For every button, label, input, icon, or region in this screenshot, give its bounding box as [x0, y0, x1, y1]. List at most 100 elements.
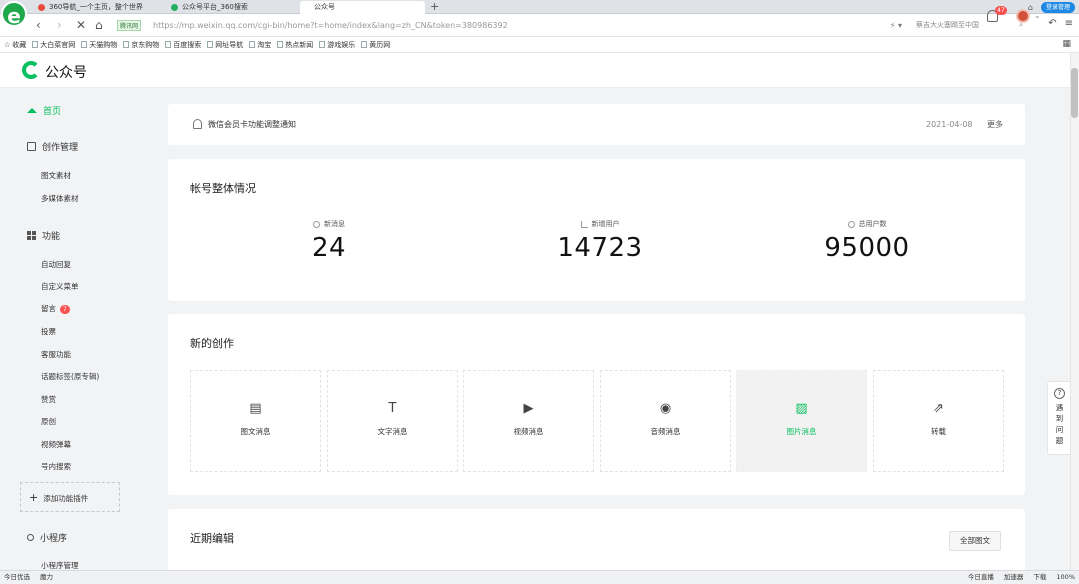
sidebar-item-custom-menu[interactable]: 自定义菜单	[41, 281, 79, 292]
browser-tab-2[interactable]: 公众号平台_360搜索	[168, 1, 298, 14]
browser-tab-3[interactable]: 公众号	[300, 1, 425, 14]
bookmark-item[interactable]: 网址导航	[207, 40, 243, 50]
sidebar-group-mini-program[interactable]: 小程序	[27, 531, 67, 544]
login-button[interactable]: 登录管理	[1040, 1, 1075, 13]
bookmark-item[interactable]: 淘宝	[249, 40, 271, 50]
image-icon: ▨	[795, 401, 808, 416]
sidebar-item-reward[interactable]: 赞赏	[41, 394, 56, 405]
bookmark-item[interactable]: 热点新闻	[277, 40, 313, 50]
notice-date: 2021-04-08	[926, 120, 973, 129]
sidebar-item-search[interactable]: 号内搜索	[41, 461, 71, 472]
sidebar-item-home[interactable]: 首页	[27, 104, 61, 117]
create-repost-button[interactable]: ⇗ 转载	[873, 370, 1004, 472]
bookmark-item[interactable]: 大白菜官网	[32, 40, 75, 50]
overview-card: 帐号整体情况 新消息 24 新增用户 14723 总用户数 95000	[168, 159, 1025, 301]
overview-title: 帐号整体情况	[190, 182, 256, 195]
stat-new-messages[interactable]: 新消息 24	[229, 219, 429, 263]
chevron-down-icon[interactable]: ⌄	[1034, 11, 1041, 20]
grid-icon[interactable]: ▦	[1062, 39, 1071, 49]
browser-statusbar: 今日优选 魔力 今日直播 加速器 下载 100%	[0, 570, 1079, 584]
sidebar-item-media[interactable]: 多媒体素材	[41, 193, 79, 204]
lightning-icon[interactable]: ⚡ ▾	[890, 18, 902, 33]
create-card: 新的创作 ▤ 图文消息 T 文字消息 ▶ 视频消息 ◉ 音频消息 ▨ 图片消息 …	[168, 314, 1025, 495]
notice-text[interactable]: 微信会员卡功能调整通知	[208, 119, 296, 130]
app-header: 公众号	[0, 53, 1079, 88]
wechat-logo-icon	[22, 61, 40, 79]
browser-tab-1[interactable]: 360导航_一个主页，整个世界	[35, 1, 165, 14]
nav-tools: ↶ ≡	[1048, 18, 1073, 29]
bookmark-item[interactable]: 百度搜索	[165, 40, 201, 50]
logo-text[interactable]: 公众号	[45, 62, 87, 82]
bookmark-item[interactable]: 天猫购物	[81, 40, 117, 50]
create-image-button[interactable]: ▨ 图片消息	[736, 370, 867, 472]
create-audio-button[interactable]: ◉ 音频消息	[600, 370, 731, 472]
sidebar-item-auto-reply[interactable]: 自动回复	[41, 259, 71, 270]
create-text-button[interactable]: T 文字消息	[327, 370, 458, 472]
link-icon	[27, 534, 34, 541]
stat-new-users[interactable]: 新增用户 14723	[500, 219, 700, 263]
url-text: https://mp.weixin.qq.com/cgi-bin/home?t=…	[153, 21, 508, 30]
bookmark-item[interactable]: 京东购物	[123, 40, 159, 50]
notice-card: 微信会员卡功能调整通知 2021-04-08 更多	[168, 104, 1025, 145]
new-tab-button[interactable]: +	[430, 0, 439, 13]
tab-favicon-icon	[171, 4, 178, 11]
stop-icon[interactable]: ✕	[76, 18, 86, 32]
back-icon[interactable]: ‹	[36, 18, 41, 32]
tab-title: 公众号平台_360搜索	[182, 3, 248, 11]
sidebar-item-comments[interactable]: 留言 7	[41, 303, 70, 314]
tab-title: 360导航_一个主页，整个世界	[49, 3, 143, 11]
help-text: 遇到问题	[1055, 403, 1064, 445]
home-icon	[27, 108, 37, 113]
audio-icon: ◉	[659, 401, 672, 416]
statusbar-item[interactable]: 加速器	[1004, 571, 1024, 584]
article-icon: ▤	[249, 401, 262, 416]
home-icon[interactable]: ⌂	[95, 18, 103, 32]
message-icon	[313, 220, 320, 228]
create-article-button[interactable]: ▤ 图文消息	[190, 370, 321, 472]
add-plugin-button[interactable]: + 添加功能插件	[20, 482, 120, 512]
sidebar-group-creation[interactable]: 创作管理	[27, 140, 78, 153]
statusbar-item[interactable]: 下载	[1033, 571, 1046, 584]
sidebar: 首页 创作管理 图文素材 多媒体素材 功能 自动回复 自定义菜单 留言 7 投票 …	[0, 88, 150, 570]
plus-icon: +	[29, 491, 39, 504]
statusbar-item[interactable]: 今日优选	[4, 571, 30, 584]
safe-badge: 腾讯网	[117, 20, 142, 31]
sidebar-item-customer-service[interactable]: 客服功能	[41, 349, 71, 360]
comment-badge: 7	[60, 305, 70, 314]
question-icon: ?	[1054, 388, 1065, 399]
avatar[interactable]	[1016, 9, 1030, 23]
shirt-icon[interactable]: ⌂	[1028, 3, 1033, 12]
address-bar[interactable]: 腾讯网 https://mp.weixin.qq.com/cgi-bin/hom…	[113, 18, 908, 33]
scrollbar-thumb[interactable]	[1071, 68, 1078, 118]
undo-icon[interactable]: ↶	[1048, 18, 1056, 29]
forward-icon[interactable]: ›	[57, 18, 62, 32]
create-video-button[interactable]: ▶ 视频消息	[463, 370, 594, 472]
search-input[interactable]: 蔡吉大火塞踢至中国 ⌕	[912, 18, 1027, 33]
create-grid: ▤ 图文消息 T 文字消息 ▶ 视频消息 ◉ 音频消息 ▨ 图片消息 ⇗ 转载	[190, 370, 1005, 472]
video-icon: ▶	[523, 401, 534, 416]
notice-more-link[interactable]: 更多	[987, 119, 1003, 130]
zoom-level[interactable]: 100%	[1056, 571, 1075, 584]
sidebar-item-original[interactable]: 原创	[41, 416, 56, 427]
recent-title: 近期编辑	[190, 532, 234, 545]
sidebar-group-features[interactable]: 功能	[27, 229, 60, 242]
bookmark-item[interactable]: ☆ 收藏	[4, 40, 26, 50]
tab-title: 公众号	[314, 3, 335, 11]
statusbar-item[interactable]: 今日直播	[968, 571, 994, 584]
menu-icon[interactable]: ≡	[1065, 18, 1073, 29]
help-button[interactable]: ? 遇到问题	[1047, 381, 1072, 455]
sidebar-item-topic-tags[interactable]: 话题标签(原专辑)	[41, 371, 99, 382]
stat-total-users[interactable]: 总用户数 95000	[767, 219, 967, 263]
sidebar-item-video-danmaku[interactable]: 视频弹幕	[41, 439, 71, 450]
stat-value: 24	[311, 233, 347, 263]
browser-navbar: ‹ › ✕ ⌂ 腾讯网 https://mp.weixin.qq.com/cgi…	[0, 14, 1079, 37]
sidebar-item-vote[interactable]: 投票	[41, 326, 56, 337]
bookmark-item[interactable]: 黄历网	[361, 40, 390, 50]
statusbar-item[interactable]: 魔力	[40, 571, 53, 584]
scrollbar[interactable]	[1070, 53, 1079, 570]
grid-icon	[27, 231, 36, 240]
bookmark-item[interactable]: 游戏娱乐	[319, 40, 355, 50]
all-articles-button[interactable]: 全部图文	[949, 531, 1001, 551]
bell-icon	[193, 119, 202, 129]
sidebar-item-articles[interactable]: 图文素材	[41, 170, 71, 181]
